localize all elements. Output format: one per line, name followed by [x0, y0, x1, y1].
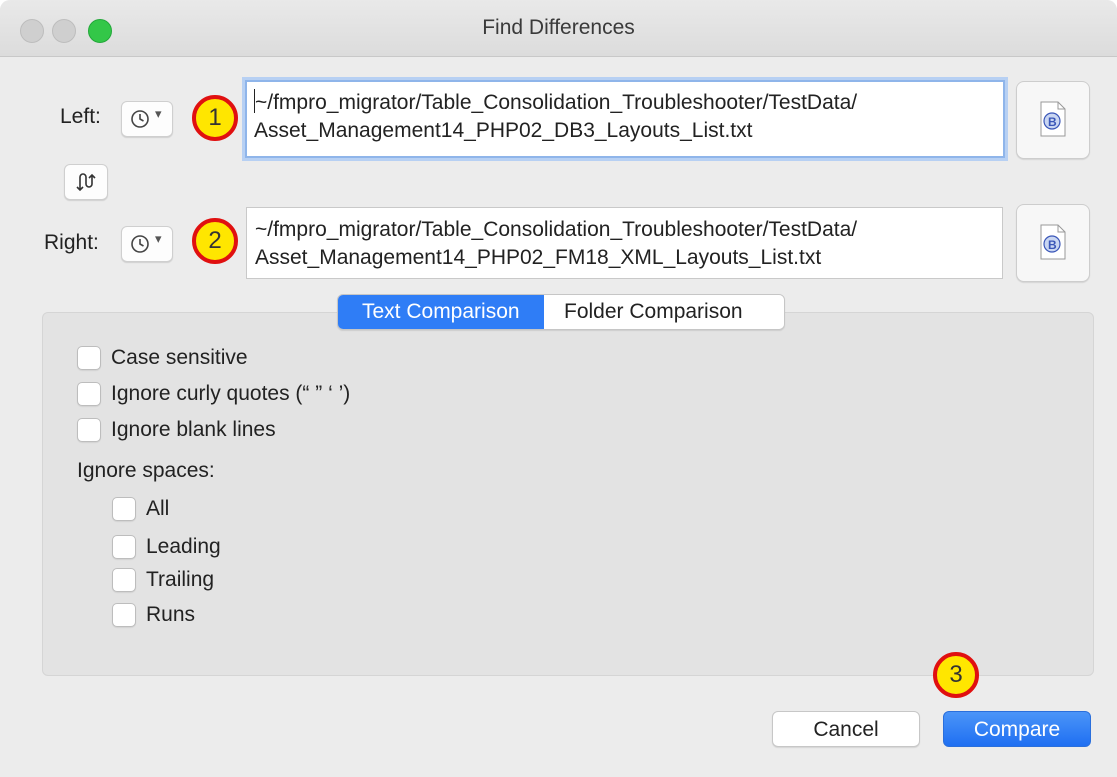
- checkbox-label: Trailing: [146, 568, 215, 591]
- ignore-curly-quotes-checkbox[interactable]: Ignore curly quotes (“ ” ‘ ’): [77, 382, 350, 406]
- checkbox-label: All: [146, 497, 170, 520]
- checkbox-label: Runs: [146, 603, 196, 626]
- title-bar: Find Differences: [0, 0, 1117, 57]
- left-label: Left:: [60, 105, 101, 128]
- clock-icon: [131, 235, 149, 253]
- left-file-path-field[interactable]: ~/fmpro_migrator/Table_Consolidation_Tro…: [245, 80, 1005, 158]
- clock-icon: [131, 110, 149, 128]
- right-choose-file-button[interactable]: B: [1016, 204, 1090, 282]
- tab-text-comparison[interactable]: Text Comparison: [338, 295, 544, 329]
- find-differences-window: Find Differences Left: ▾ 1 ~/fmpro_migra…: [0, 0, 1117, 777]
- checkbox-box[interactable]: [77, 382, 101, 406]
- bbedit-document-icon: B: [1040, 101, 1066, 137]
- ignore-spaces-label: Ignore spaces:: [77, 459, 215, 482]
- left-choose-file-button[interactable]: B: [1016, 81, 1090, 159]
- checkbox-box[interactable]: [77, 346, 101, 370]
- chevron-down-icon: ▾: [155, 231, 162, 246]
- cancel-button[interactable]: Cancel: [772, 711, 920, 747]
- checkbox-box[interactable]: [112, 497, 136, 521]
- bbedit-document-icon: B: [1040, 224, 1066, 260]
- ignore-blank-lines-checkbox[interactable]: Ignore blank lines: [77, 418, 276, 442]
- checkbox-label: Leading: [146, 535, 221, 558]
- left-recent-files-button[interactable]: ▾: [121, 101, 173, 137]
- compare-button[interactable]: Compare: [943, 711, 1091, 747]
- window-title: Find Differences: [482, 16, 635, 39]
- checkbox-box[interactable]: [112, 535, 136, 559]
- checkbox-box[interactable]: [112, 568, 136, 592]
- tab-folder-comparison[interactable]: Folder Comparison: [544, 295, 784, 329]
- ignore-spaces-leading-checkbox[interactable]: Leading: [112, 535, 221, 559]
- swap-arrows-icon: [76, 173, 96, 192]
- comparison-mode-tabs: Text Comparison Folder Comparison: [337, 294, 785, 330]
- svg-text:B: B: [1048, 115, 1057, 129]
- annotation-badge-1: 1: [192, 95, 238, 141]
- annotation-badge-2: 2: [192, 218, 238, 264]
- checkbox-box[interactable]: [77, 418, 101, 442]
- swap-files-button[interactable]: [64, 164, 108, 200]
- checkbox-label: Case sensitive: [111, 346, 248, 369]
- ignore-spaces-all-checkbox[interactable]: All: [112, 497, 169, 521]
- case-sensitive-checkbox[interactable]: Case sensitive: [77, 346, 248, 370]
- svg-text:B: B: [1048, 238, 1057, 252]
- ignore-spaces-runs-checkbox[interactable]: Runs: [112, 603, 195, 627]
- ignore-spaces-trailing-checkbox[interactable]: Trailing: [112, 568, 214, 592]
- checkbox-box[interactable]: [112, 603, 136, 627]
- checkbox-label: Ignore curly quotes (“ ” ‘ ’): [111, 382, 351, 405]
- right-recent-files-button[interactable]: ▾: [121, 226, 173, 262]
- chevron-down-icon: ▾: [155, 106, 162, 121]
- left-file-path-text: ~/fmpro_migrator/Table_Consolidation_Tro…: [254, 91, 858, 142]
- right-label: Right:: [44, 231, 99, 254]
- checkbox-label: Ignore blank lines: [111, 418, 276, 441]
- annotation-badge-3: 3: [933, 652, 979, 698]
- right-file-path-field[interactable]: ~/fmpro_migrator/Table_Consolidation_Tro…: [246, 207, 1003, 279]
